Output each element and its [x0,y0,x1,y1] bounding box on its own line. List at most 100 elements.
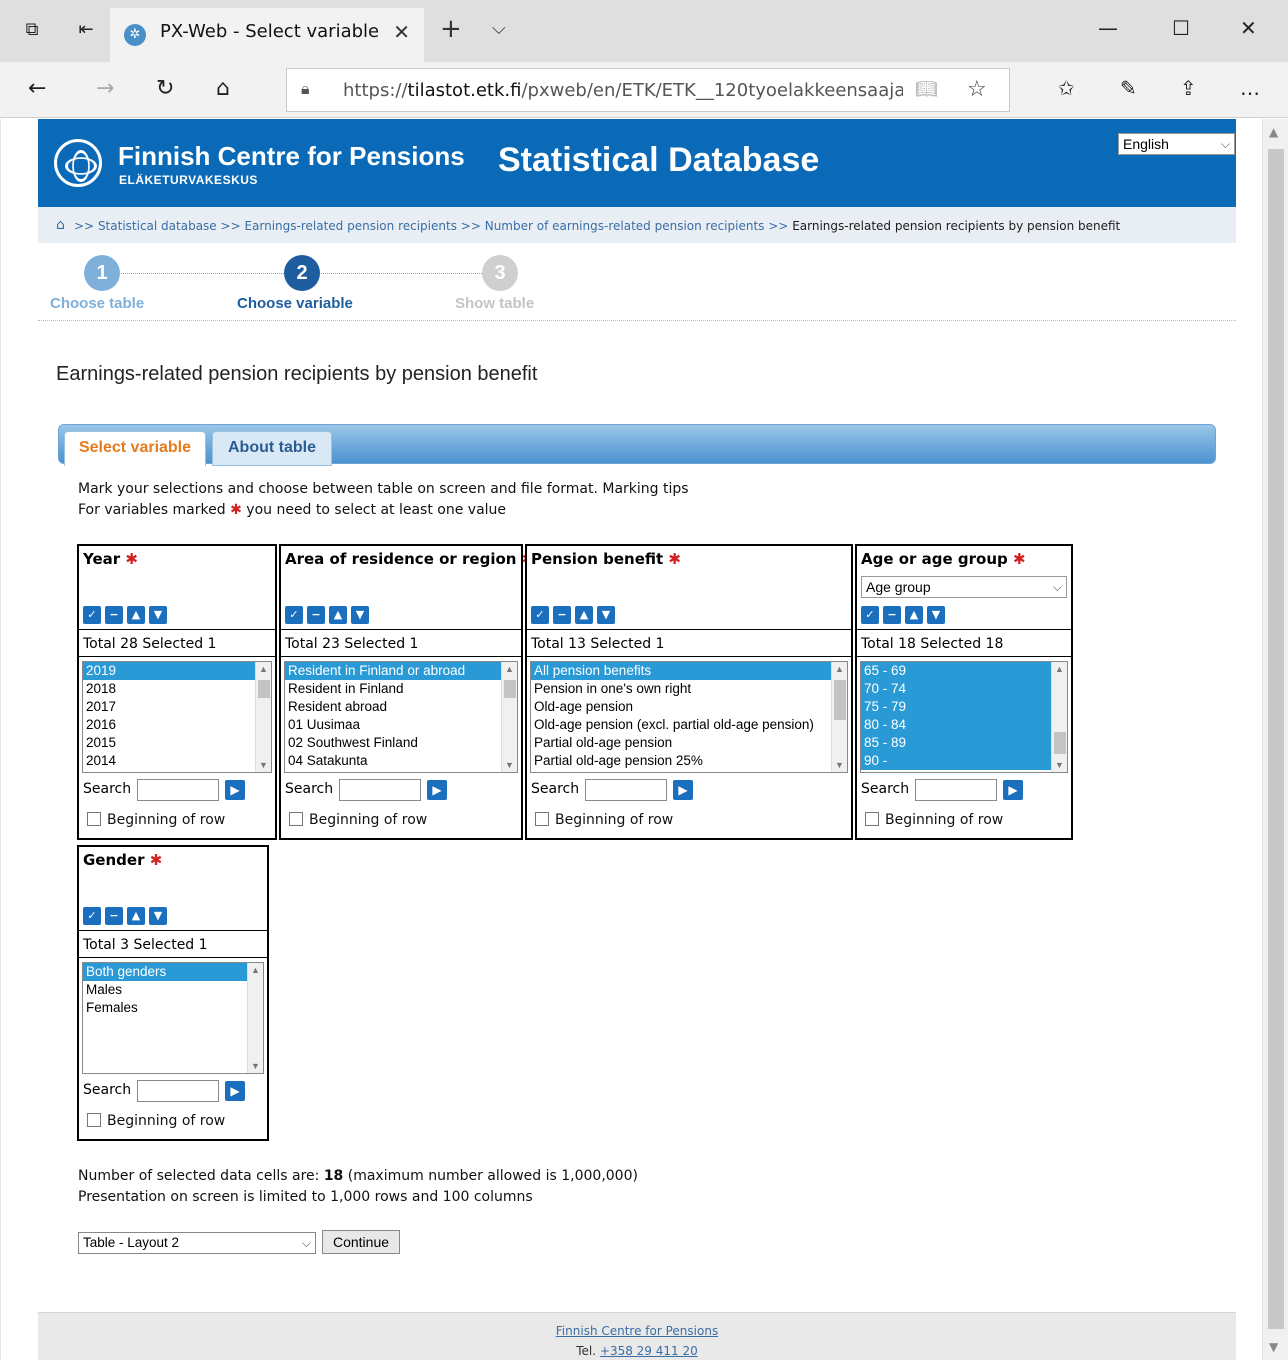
deselect-all-icon[interactable]: − [105,907,123,925]
share-icon[interactable]: ⇪ [1180,76,1197,100]
search-input[interactable] [137,1080,219,1102]
page-scrollbar[interactable]: ▲ ▼ [1262,119,1288,1360]
search-go-icon[interactable]: ▶ [1003,780,1023,800]
close-tab-icon[interactable]: ✕ [393,20,410,44]
list-item[interactable]: Both genders [83,963,263,981]
list-item[interactable]: Old-age pension [531,698,847,716]
set-aside-tabs-icon[interactable]: ⇤ [74,18,98,42]
home-icon[interactable]: ⌂ [216,76,230,101]
select-all-icon[interactable]: ✓ [83,606,101,624]
home-icon[interactable]: ⌂ [56,217,65,233]
footer-org-link[interactable]: Finnish Centre for Pensions [556,1324,718,1338]
beginning-of-row-checkbox[interactable]: Beginning of row [535,812,673,828]
value-list[interactable]: All pension benefits Pension in one's own… [530,661,848,773]
list-item[interactable]: Old-age pension (excl. partial old-age p… [531,716,847,734]
beginning-of-row-checkbox[interactable]: Beginning of row [87,1113,225,1129]
deselect-all-icon[interactable]: − [553,606,571,624]
breadcrumb-link[interactable]: Number of earnings-related pension recip… [485,219,765,233]
list-item[interactable]: Resident in Finland [285,680,517,698]
value-list[interactable]: Resident in Finland or abroad Resident in… [284,661,518,773]
search-input[interactable] [915,779,997,801]
list-item[interactable]: 65 - 69 [861,662,1067,680]
sort-ascending-icon[interactable]: ▲ [127,606,145,624]
checkbox-icon[interactable] [289,812,303,826]
list-item[interactable]: 75 - 79 [861,698,1067,716]
list-item[interactable]: 70 - 74 [861,680,1067,698]
continue-button[interactable]: Continue [322,1230,400,1254]
tab-about-table[interactable]: About table [212,431,332,466]
scrollbar[interactable]: ▲ ▼ [255,662,271,772]
address-bar[interactable]: 🔒︎ https://tilastot.etk.fi/pxweb/en/ETK/… [286,68,1010,112]
new-tab-icon[interactable]: + [440,14,462,44]
age-grouping-select[interactable]: Age group ⌵ [861,576,1067,598]
list-item[interactable]: Resident in Finland or abroad [285,662,517,680]
minimize-icon[interactable]: — [1098,16,1118,40]
value-list[interactable]: Both genders Males Females ▲ ▼ [82,962,264,1074]
value-list[interactable]: 2019 2018 2017 2016 2015 2014 ▲ ▼ [82,661,272,773]
search-input[interactable] [137,779,219,801]
list-item[interactable]: Pension in one's own right [531,680,847,698]
favorite-star-icon[interactable]: ☆ [967,77,987,102]
beginning-of-row-checkbox[interactable]: Beginning of row [865,812,1003,828]
more-icon[interactable]: … [1240,76,1260,100]
tab-list-chevron-icon[interactable]: ⌵ [492,18,506,39]
select-all-icon[interactable]: ✓ [861,606,879,624]
list-item[interactable]: 02 Southwest Finland [285,734,517,752]
step-1-circle[interactable]: 1 [84,255,120,291]
step-1-label[interactable]: Choose table [50,295,144,312]
deselect-all-icon[interactable]: − [105,606,123,624]
search-go-icon[interactable]: ▶ [225,1081,245,1101]
sort-descending-icon[interactable]: ▼ [149,606,167,624]
list-item[interactable]: 85 - 89 [861,734,1067,752]
footer-tel-link[interactable]: +358 29 411 20 [600,1344,698,1358]
search-input[interactable] [339,779,421,801]
scrollbar[interactable]: ▲ ▼ [247,963,263,1073]
beginning-of-row-checkbox[interactable]: Beginning of row [289,812,427,828]
back-icon[interactable]: ← [28,76,46,101]
list-item[interactable]: 01 Uusimaa [285,716,517,734]
breadcrumb-link[interactable]: Earnings-related pension recipients [244,219,457,233]
sort-descending-icon[interactable]: ▼ [351,606,369,624]
language-select[interactable]: English ⌵ [1118,133,1235,155]
checkbox-icon[interactable] [535,812,549,826]
scroll-down-icon[interactable]: ▼ [1269,1340,1278,1354]
value-list[interactable]: 65 - 69 70 - 74 75 - 79 80 - 84 85 - 89 90 - ▲… [860,661,1068,773]
list-item[interactable]: 04 Satakunta [285,752,517,770]
select-all-icon[interactable]: ✓ [83,907,101,925]
etk-logo-icon[interactable] [54,139,102,187]
list-item[interactable]: 2014 [83,752,271,770]
list-item[interactable]: 2017 [83,698,271,716]
sort-descending-icon[interactable]: ▼ [149,907,167,925]
list-item[interactable]: Males [83,981,263,999]
tab-actions-icon[interactable]: ⧉ [20,18,44,42]
reading-view-icon[interactable]: 📖︎ [915,79,938,100]
list-item[interactable]: Resident abroad [285,698,517,716]
list-item[interactable]: Females [83,999,263,1017]
beginning-of-row-checkbox[interactable]: Beginning of row [87,812,225,828]
org-name[interactable]: Finnish Centre for Pensions [118,141,465,172]
close-window-icon[interactable]: ✕ [1240,16,1257,40]
list-item[interactable]: 2016 [83,716,271,734]
scrollbar[interactable]: ▲ ▼ [831,662,847,772]
tab-select-variable[interactable]: Select variable [64,431,206,466]
pen-icon[interactable]: ✎ [1120,76,1137,100]
breadcrumb-link[interactable]: Statistical database [98,219,217,233]
url-text[interactable]: https://tilastot.etk.fi/pxweb/en/ETK/ETK… [343,80,903,101]
checkbox-icon[interactable] [87,1113,101,1127]
presentation-select[interactable]: Table - Layout 2 ⌵ [78,1232,316,1254]
scrollbar-thumb[interactable] [1268,149,1284,1329]
list-item[interactable]: 90 - [861,752,1067,770]
search-go-icon[interactable]: ▶ [427,780,447,800]
search-go-icon[interactable]: ▶ [673,780,693,800]
scrollbar[interactable]: ▲ ▼ [1051,662,1067,772]
list-item[interactable]: 2019 [83,662,271,680]
deselect-all-icon[interactable]: − [307,606,325,624]
search-input[interactable] [585,779,667,801]
checkbox-icon[interactable] [865,812,879,826]
scrollbar[interactable]: ▲ ▼ [501,662,517,772]
select-all-icon[interactable]: ✓ [531,606,549,624]
sort-ascending-icon[interactable]: ▲ [127,907,145,925]
sort-descending-icon[interactable]: ▼ [927,606,945,624]
list-item[interactable]: 80 - 84 [861,716,1067,734]
list-item[interactable]: Partial old-age pension 25% [531,752,847,770]
